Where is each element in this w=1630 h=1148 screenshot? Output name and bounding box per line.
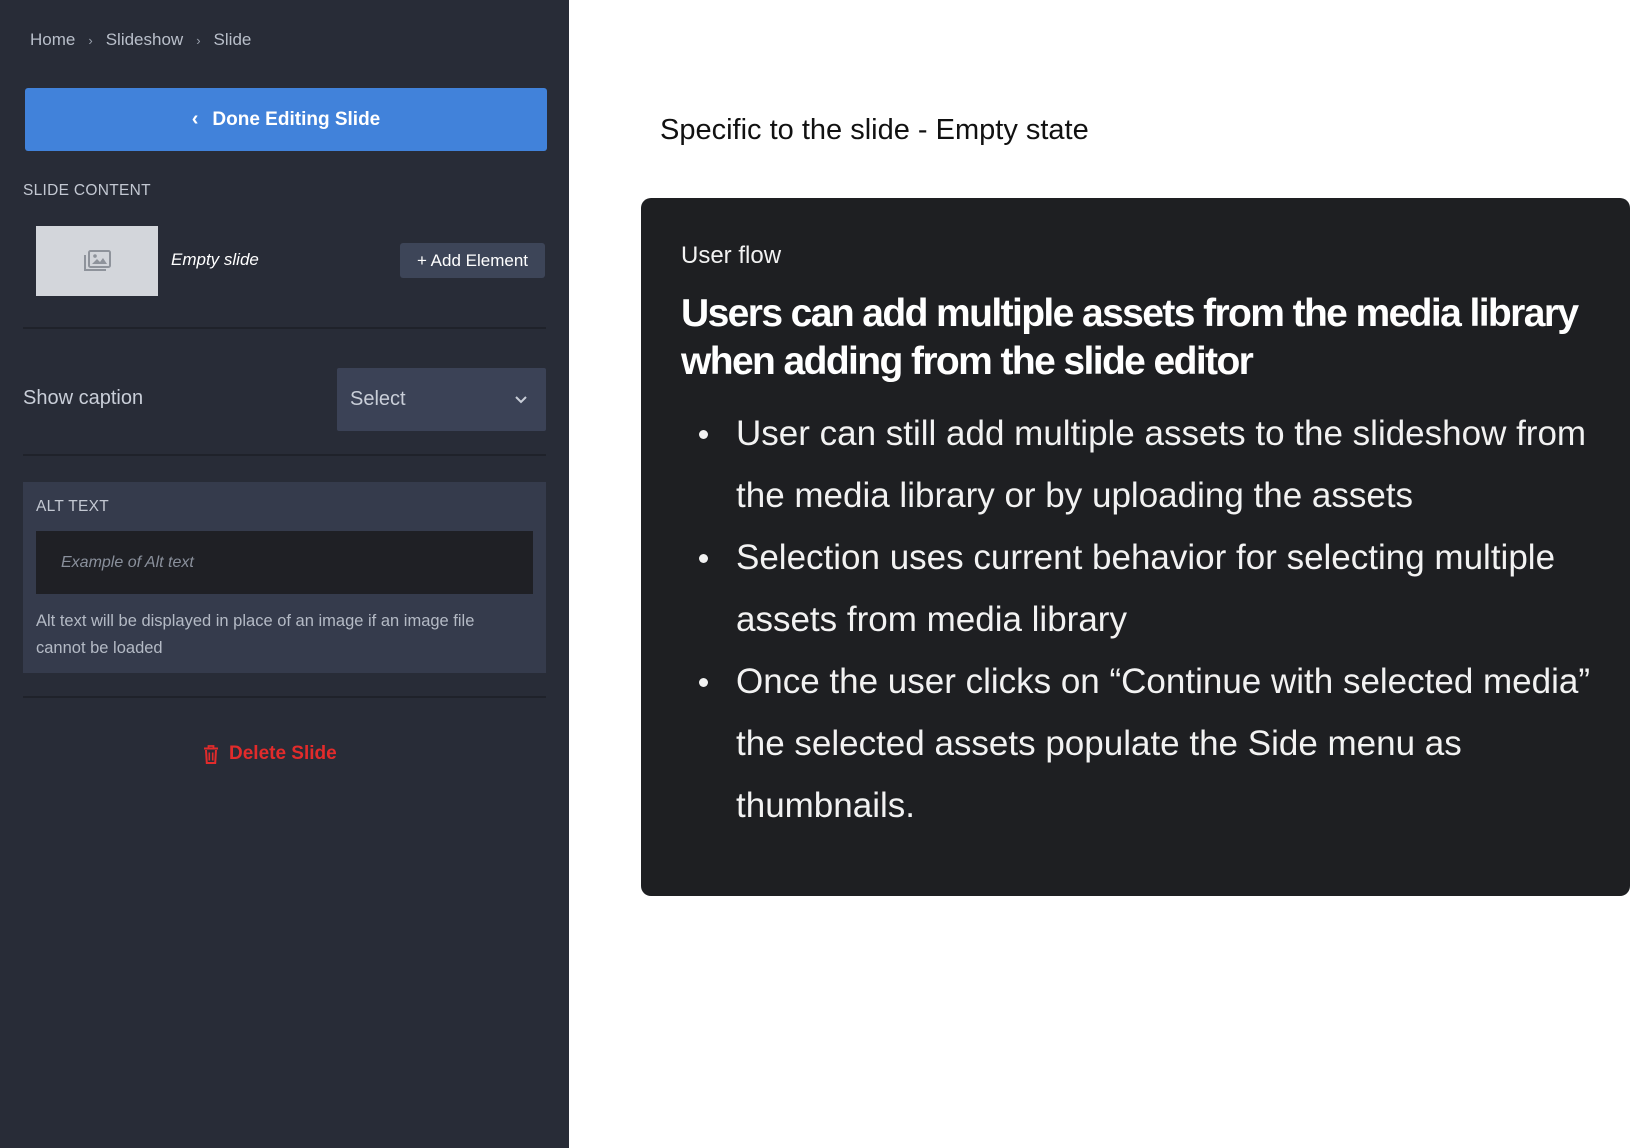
delete-slide-label: Delete Slide: [229, 743, 337, 764]
divider: [23, 454, 546, 456]
done-editing-slide-label: Done Editing Slide: [212, 108, 381, 130]
caption-select-value: Select: [350, 388, 406, 410]
done-editing-slide-button[interactable]: ‹ Done Editing Slide: [25, 88, 547, 151]
slide-editor-panel: Home › Slideshow › Slide ‹ Done Editing …: [0, 0, 569, 1148]
list-item: Selection uses current behavior for sele…: [699, 527, 1606, 651]
breadcrumb: Home › Slideshow › Slide: [30, 28, 251, 52]
breadcrumb-slide[interactable]: Slide: [214, 30, 252, 50]
user-flow-label: User flow: [681, 242, 782, 269]
divider: [23, 327, 546, 329]
user-flow-card: User flow Users can add multiple assets …: [641, 198, 1630, 896]
alt-text-help: Alt text will be displayed in place of a…: [36, 612, 475, 657]
breadcrumb-separator: ›: [88, 32, 93, 48]
chevron-left-icon: ‹: [191, 108, 199, 130]
breadcrumb-home[interactable]: Home: [30, 30, 75, 50]
list-item: Once the user clicks on “Continue with s…: [699, 651, 1606, 837]
show-caption-label: Show caption: [23, 387, 144, 409]
breadcrumb-slideshow[interactable]: Slideshow: [106, 30, 184, 50]
user-flow-list: User can still add multiple assets to th…: [699, 403, 1606, 837]
divider: [23, 696, 546, 698]
chevron-down-icon: [515, 396, 527, 404]
add-element-button[interactable]: + Add Element: [400, 243, 545, 278]
image-gallery-icon: [84, 250, 111, 271]
slide-content-title: SLIDE CONTENT: [23, 182, 151, 199]
slide-thumbnail[interactable]: [36, 226, 158, 296]
user-flow-title: Users can add multiple assets from the m…: [681, 292, 1579, 383]
trash-icon: [204, 744, 218, 764]
delete-slide-button[interactable]: Delete Slide: [203, 743, 337, 765]
caption-select[interactable]: Select: [337, 368, 546, 431]
alt-text-input[interactable]: [36, 531, 533, 594]
list-item: User can still add multiple assets to th…: [699, 403, 1606, 527]
alt-text-title: ALT TEXT: [36, 498, 110, 515]
alt-text-section: ALT TEXT Alt text will be displayed in p…: [23, 482, 546, 673]
breadcrumb-separator: ›: [196, 32, 201, 48]
empty-slide-label: Empty slide: [171, 250, 259, 269]
note-heading: Specific to the slide - Empty state: [660, 114, 1089, 146]
